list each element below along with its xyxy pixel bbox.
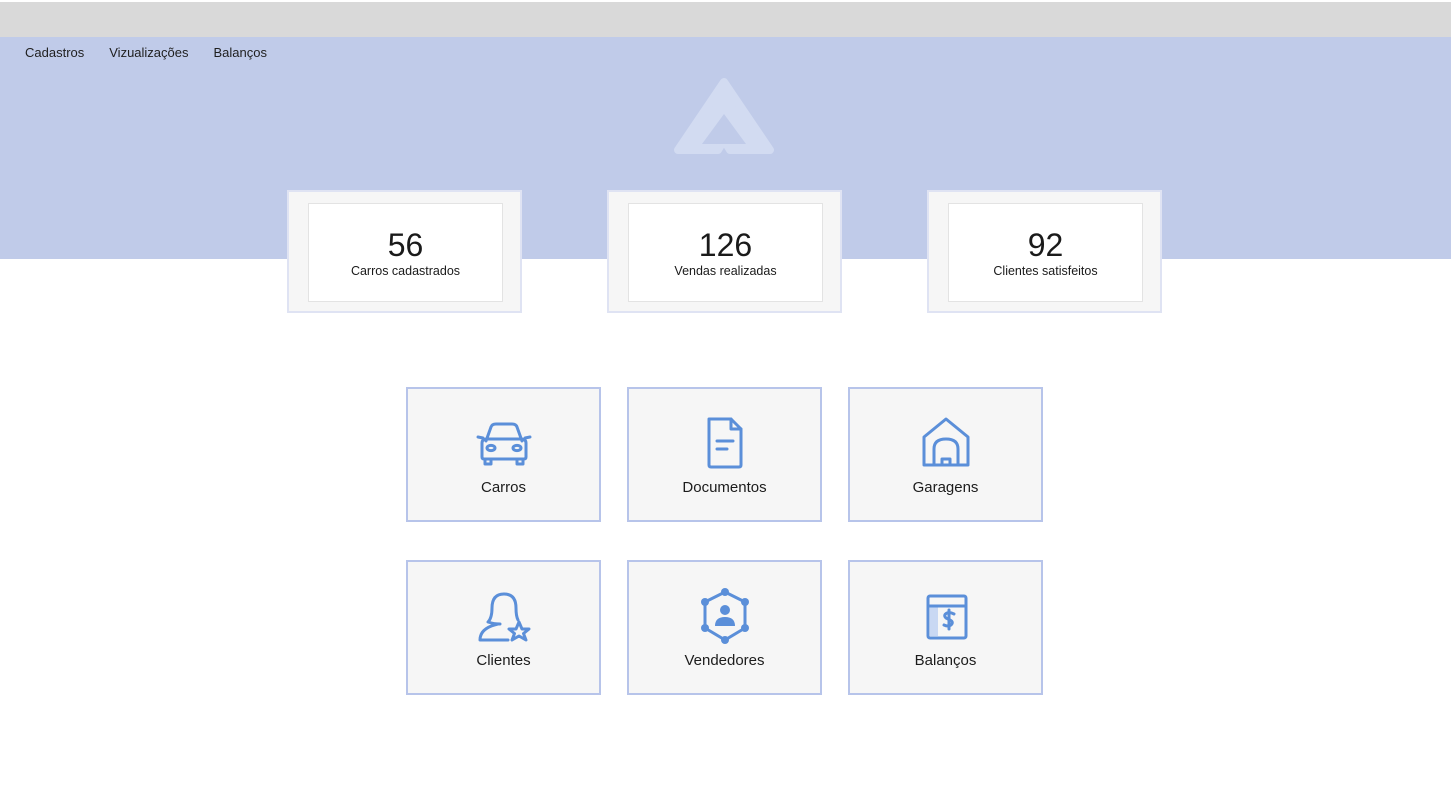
stat-card-cars: 56 Carros cadastrados [287, 190, 522, 313]
stat-card-sales: 126 Vendas realizadas [607, 190, 842, 313]
brand-logo-icon [674, 78, 774, 154]
stat-card-inner: 126 Vendas realizadas [628, 203, 823, 302]
tile-label: Garagens [912, 479, 979, 496]
seller-network-icon [700, 588, 749, 644]
tile-label: Balanços [914, 652, 977, 669]
car-icon [476, 422, 531, 466]
stat-value: 56 [387, 227, 424, 263]
nav-item-vizualizacoes[interactable]: Vizualizações [109, 44, 188, 62]
tile-balancos[interactable]: Balanços [848, 560, 1043, 695]
stat-label: Vendas realizadas [674, 264, 777, 278]
stat-card-inner: 56 Carros cadastrados [308, 203, 503, 302]
top-strip [0, 0, 1451, 37]
dollar-book-icon [926, 594, 967, 640]
tile-garagens[interactable]: Garagens [848, 387, 1043, 522]
stat-card-clients: 92 Clientes satisfeitos [927, 190, 1162, 313]
garage-icon [922, 417, 969, 467]
tile-label: Vendedores [684, 652, 765, 669]
stat-label: Carros cadastrados [350, 264, 461, 278]
page: Cadastros Vizualizações Balanços 56 Carr… [0, 0, 1451, 800]
tile-clientes[interactable]: Clientes [406, 560, 601, 695]
client-star-icon [478, 592, 530, 642]
tile-label: Carros [480, 479, 526, 496]
tile-documentos[interactable]: Documentos [627, 387, 822, 522]
stat-label: Clientes satisfeitos [993, 264, 1098, 278]
top-nav: Cadastros Vizualizações Balanços [25, 44, 292, 62]
tile-carros[interactable]: Carros [406, 387, 601, 522]
document-icon [707, 417, 742, 469]
tile-vendedores[interactable]: Vendedores [627, 560, 822, 695]
stat-card-inner: 92 Clientes satisfeitos [948, 203, 1143, 302]
stat-value: 126 [698, 227, 753, 263]
nav-item-cadastros[interactable]: Cadastros [25, 44, 84, 62]
tile-label: Documentos [682, 479, 767, 496]
nav-item-balancos[interactable]: Balanços [214, 44, 267, 62]
tile-label: Clientes [476, 652, 531, 669]
stat-value: 92 [1027, 227, 1064, 263]
